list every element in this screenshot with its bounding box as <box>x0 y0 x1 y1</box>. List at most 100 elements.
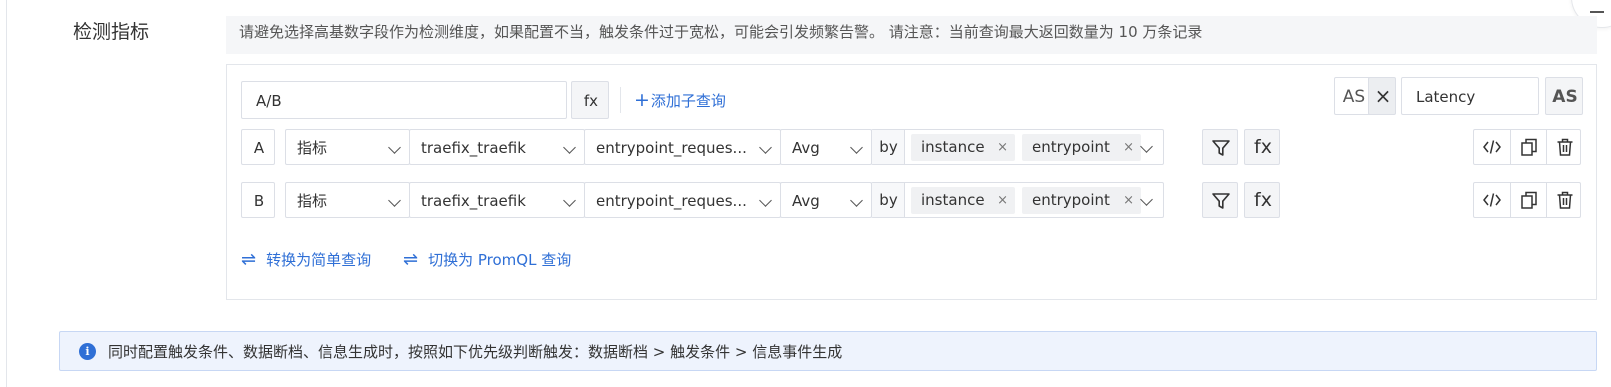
as-toggle-left[interactable]: AS <box>1334 77 1372 115</box>
aggregation-select[interactable]: Avg <box>780 182 872 218</box>
filter-button[interactable] <box>1202 129 1238 165</box>
fx-icon: fx <box>583 92 599 110</box>
group-by-tag: entrypoint × <box>1022 187 1141 214</box>
info-icon: i <box>79 343 96 360</box>
filter-icon <box>1212 193 1230 209</box>
group-by-label: by <box>872 183 905 217</box>
metric-select[interactable]: entrypoint_reques... <box>584 129 781 165</box>
code-view-button[interactable] <box>1474 130 1510 164</box>
query-row-b: B 指标 traefix_traefik entrypoint_reques..… <box>241 182 1586 220</box>
fx-icon: fx <box>1254 136 1272 158</box>
chevron-down-icon <box>1140 193 1153 206</box>
formula-value: A/B <box>256 92 282 110</box>
alias-input[interactable]: Latency <box>1401 77 1539 115</box>
code-icon <box>1483 140 1501 154</box>
group-by-tag: instance × <box>911 134 1015 161</box>
formula-fx-button[interactable]: fx <box>571 81 609 119</box>
function-button[interactable]: fx <box>1244 129 1280 165</box>
as-label-right: AS <box>1552 87 1578 107</box>
copy-icon <box>1521 138 1537 156</box>
metric-value: entrypoint_reques... <box>596 139 747 157</box>
group-by-select[interactable]: by instance × entrypoint × <box>871 182 1164 218</box>
source-select[interactable]: traefix_traefik <box>409 129 585 165</box>
menu-icon <box>1590 11 1604 13</box>
trash-icon <box>1557 138 1573 156</box>
priority-info-alert: i 同时配置触发条件、数据断档、信息生成时，按照如下优先级判断触发：数据断档 >… <box>59 331 1597 371</box>
source-select[interactable]: traefix_traefik <box>409 182 585 218</box>
query-letter-label: B <box>253 192 265 210</box>
fx-icon: fx <box>1254 189 1272 211</box>
tag-label: entrypoint <box>1032 138 1110 156</box>
chevron-down-icon <box>563 141 576 154</box>
page-left-divider <box>6 0 7 387</box>
tag-label: instance <box>921 138 985 156</box>
group-by-text: by <box>879 138 898 156</box>
aggregation-value: Avg <box>792 139 820 157</box>
row-tools <box>1473 129 1581 165</box>
tag-remove-icon[interactable]: × <box>1123 134 1134 161</box>
tag-label: entrypoint <box>1032 191 1110 209</box>
as-toggle-right[interactable]: AS <box>1545 77 1583 115</box>
metric-value: entrypoint_reques... <box>596 192 747 210</box>
warning-tip: 请避免选择高基数字段作为检测维度，如果配置不当，触发条件过于宽松，可能会引发频繁… <box>226 16 1597 54</box>
query-type-value: 指标 <box>297 139 328 157</box>
group-by-select[interactable]: by instance × entrypoint × <box>871 129 1164 165</box>
alias-clear-button[interactable]: × <box>1368 77 1396 115</box>
tag-remove-icon[interactable]: × <box>997 187 1008 214</box>
priority-info-text: 同时配置触发条件、数据断档、信息生成时，按照如下优先级判断触发：数据断档 > 触… <box>108 343 843 361</box>
swap-arrows-icon: ⇌ <box>241 249 257 270</box>
group-by-label: by <box>872 130 905 164</box>
query-row-a: A 指标 traefix_traefik entrypoint_reques..… <box>241 129 1586 167</box>
trash-icon <box>1557 191 1573 209</box>
divider <box>620 87 621 113</box>
source-value: traefix_traefik <box>421 139 526 157</box>
chevron-down-icon <box>388 194 401 207</box>
group-by-text: by <box>879 191 898 209</box>
warning-tip-text: 请避免选择高基数字段作为检测维度，如果配置不当，触发条件过于宽松，可能会引发频繁… <box>239 23 1203 41</box>
aggregation-value: Avg <box>792 192 820 210</box>
aggregation-select[interactable]: Avg <box>780 129 872 165</box>
copy-icon <box>1521 191 1537 209</box>
query-panel: A/B fx +添加子查询 AS × Latency AS A 指标 traef… <box>226 64 1597 300</box>
group-by-tag: entrypoint × <box>1022 134 1141 161</box>
chevron-down-icon <box>563 194 576 207</box>
convert-simple-query-label: 转换为简单查询 <box>266 251 372 269</box>
metric-select[interactable]: entrypoint_reques... <box>584 182 781 218</box>
formula-input[interactable]: A/B <box>241 81 567 119</box>
delete-button[interactable] <box>1546 183 1582 217</box>
plus-icon: + <box>634 89 650 111</box>
query-type-value: 指标 <box>297 192 328 210</box>
chevron-down-icon <box>850 194 863 207</box>
switch-promql-label: 切换为 PromQL 查询 <box>428 251 572 269</box>
query-letter: A <box>241 129 275 165</box>
alias-value: Latency <box>1416 88 1476 106</box>
filter-icon <box>1212 140 1230 156</box>
tag-remove-icon[interactable]: × <box>997 134 1008 161</box>
chevron-down-icon <box>1140 140 1153 153</box>
switch-promql-link[interactable]: ⇌ 切换为 PromQL 查询 <box>403 247 571 273</box>
query-letter-label: A <box>253 139 265 157</box>
source-value: traefix_traefik <box>421 192 526 210</box>
chevron-down-icon <box>388 141 401 154</box>
close-icon: × <box>1374 84 1392 108</box>
add-subquery-label: 添加子查询 <box>650 92 726 110</box>
group-by-tag: instance × <box>911 187 1015 214</box>
row-tools <box>1473 182 1581 218</box>
add-subquery-link[interactable]: +添加子查询 <box>634 81 726 120</box>
copy-button[interactable] <box>1510 183 1546 217</box>
function-button[interactable]: fx <box>1244 182 1280 218</box>
tag-label: instance <box>921 191 985 209</box>
query-letter: B <box>241 182 275 218</box>
tag-remove-icon[interactable]: × <box>1123 187 1134 214</box>
chevron-down-icon <box>759 141 772 154</box>
chevron-down-icon <box>850 141 863 154</box>
query-type-select[interactable]: 指标 <box>285 182 410 218</box>
query-type-select[interactable]: 指标 <box>285 129 410 165</box>
code-icon <box>1483 193 1501 207</box>
delete-button[interactable] <box>1546 130 1582 164</box>
convert-simple-query-link[interactable]: ⇌ 转换为简单查询 <box>241 247 371 273</box>
filter-button[interactable] <box>1202 182 1238 218</box>
copy-button[interactable] <box>1510 130 1546 164</box>
code-view-button[interactable] <box>1474 183 1510 217</box>
chevron-down-icon <box>759 194 772 207</box>
